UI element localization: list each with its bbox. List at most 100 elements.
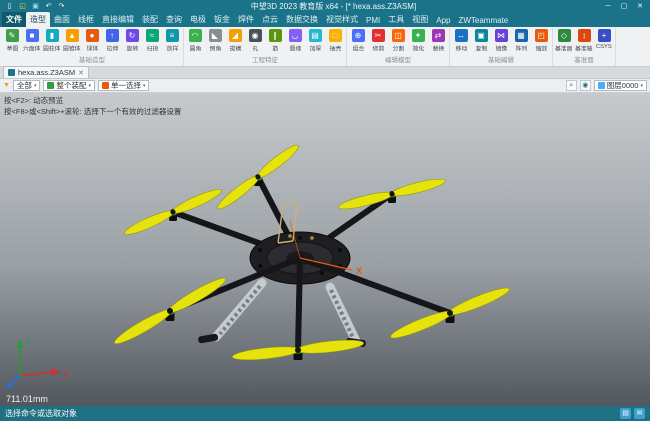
menu-tab-7[interactable]: 电极 (186, 12, 210, 27)
propeller[interactable] (337, 176, 446, 212)
save-icon[interactable]: ▣ (30, 1, 41, 12)
menu-tab-4[interactable]: 直接编辑 (98, 12, 138, 27)
ribbon-button[interactable]: ◢拔模 (225, 28, 245, 53)
ribbon-button[interactable]: ✂修剪 (368, 28, 388, 53)
box-icon: ■ (26, 29, 39, 42)
undo-icon[interactable]: ↶ (43, 1, 54, 12)
ribbon-button-label: 组合 (352, 44, 364, 53)
redo-icon[interactable]: ↷ (56, 1, 67, 12)
menu-tab-16[interactable]: App (432, 14, 454, 27)
menu-tab-17[interactable]: ZWTeammate (454, 14, 512, 27)
ribbon-button[interactable]: ◇基准面 (554, 28, 574, 53)
assembly-doc-icon (8, 69, 15, 76)
shell-icon: □ (329, 29, 342, 42)
propeller[interactable] (123, 186, 224, 238)
ribbon-button[interactable]: ≈扫掠 (142, 28, 162, 53)
ribbon-button-label: 移动 (455, 44, 467, 53)
chevron-down-icon: ▾ (640, 83, 643, 89)
ribbon-button[interactable]: ∥筋 (265, 28, 285, 53)
pick-mode-combo[interactable]: 单一选择 ▾ (98, 80, 150, 91)
menu-tab-5[interactable]: 装配 (138, 12, 162, 27)
menu-tab-9[interactable]: 焊件 (234, 12, 258, 27)
search-icon[interactable]: ⌕ (566, 80, 577, 91)
menu-tab-11[interactable]: 数据交换 (282, 12, 322, 27)
ribbon-button[interactable]: ▤加厚 (305, 28, 325, 53)
display-settings-icon[interactable]: ▤ (620, 408, 631, 419)
ribbon-button-label: 筋 (272, 44, 278, 53)
ribbon-button[interactable]: ◠圆角 (185, 28, 205, 53)
ribbon-button-label: 镜像 (495, 44, 507, 53)
document-tab[interactable]: hexa.ass.Z3ASM ✕ (3, 66, 89, 78)
thicken-icon: ▤ (309, 29, 322, 42)
filter-combo[interactable]: 全部 ▾ (13, 80, 41, 91)
ribbon-button-label: 修剪 (372, 44, 384, 53)
ribbon-button[interactable]: ▦阵列 (511, 28, 531, 53)
ribbon-button[interactable]: ↻旋转 (122, 28, 142, 53)
propeller[interactable] (215, 142, 302, 213)
chevron-down-icon: ▾ (143, 83, 146, 89)
eye-icon[interactable]: ◉ (580, 80, 591, 91)
hole-icon: ◉ (249, 29, 262, 42)
view-triad[interactable]: Y X Z (4, 332, 74, 390)
ribbon-button[interactable]: ≡放样 (162, 28, 182, 53)
message-icon[interactable]: ✉ (634, 408, 645, 419)
close-tab-icon[interactable]: ✕ (78, 69, 84, 77)
pattern-icon: ▦ (515, 29, 528, 42)
scope-combo[interactable]: 整个装配 ▾ (43, 80, 95, 91)
ribbon-button-label: 分割 (392, 44, 404, 53)
ribbon-button[interactable]: ✦简化 (408, 28, 428, 53)
draft-icon: ◢ (229, 29, 242, 42)
menu-tab-2[interactable]: 曲面 (50, 12, 74, 27)
ribbon-button[interactable]: ↕ 基准轴 (574, 28, 594, 53)
datum-axis-icon: ↕ (578, 29, 591, 42)
ribbon-button[interactable]: ✎草图 (2, 28, 22, 53)
close-icon[interactable]: ✕ (632, 0, 648, 13)
ribbon-button-label: 基准轴 (575, 44, 593, 53)
chevron-down-icon: ▾ (34, 83, 37, 89)
ribbon-button-label: 六面体 (23, 44, 41, 53)
menu-tab-15[interactable]: 视图 (408, 12, 432, 27)
menu-tab-0[interactable]: 文件 (2, 12, 26, 27)
ribbon-button-label: 抽壳 (329, 44, 341, 53)
viewport-3d[interactable]: 按<F2>: 动态预览 按<F8>或<Shift>+滚轮: 选择下一个有效的过滤… (0, 93, 650, 406)
rib-icon: ∥ (269, 29, 282, 42)
minimize-icon[interactable]: ─ (600, 0, 616, 13)
layer-combo[interactable]: 图层0000 ▾ (594, 80, 647, 91)
maximize-icon[interactable]: ▢ (616, 0, 632, 13)
menu-tab-14[interactable]: 工具 (384, 12, 408, 27)
ribbon-button[interactable]: +CSYS (594, 28, 614, 53)
menu-tab-13[interactable]: PMI (362, 14, 384, 27)
ribbon-button[interactable]: ▮圆柱体 (42, 28, 62, 53)
menu-tab-12[interactable]: 视觉样式 (322, 12, 362, 27)
ribbon-button[interactable]: ●球体 (82, 28, 102, 53)
ribbon-button-label: 唇缘 (289, 44, 301, 53)
ribbon-group: ◇基准面↕基准轴+CSYS基准面 (553, 28, 616, 66)
ribbon-button[interactable]: □ 抽壳 (325, 28, 345, 53)
ribbon-button[interactable]: ⇄替换 (428, 28, 448, 53)
ribbon-button[interactable]: ⋈镜像 (491, 28, 511, 53)
document-tab-label: hexa.ass.Z3ASM (18, 68, 75, 77)
menu-tab-10[interactable]: 点云 (258, 12, 282, 27)
ribbon-button[interactable]: ◣倒角 (205, 28, 225, 53)
drone-model[interactable]: X (0, 93, 650, 406)
ribbon-button[interactable]: ■ 六面体 (22, 28, 42, 53)
menu-tabs: 文件造型曲面线框直接编辑装配查询电极钣金焊件点云数据交换视觉样式PMI工具视图A… (0, 13, 650, 27)
menu-tab-1[interactable]: 造型 (26, 12, 50, 27)
ribbon-button[interactable]: ↑拉伸 (102, 28, 122, 53)
ribbon-button[interactable]: ◰缩放 (531, 28, 551, 53)
ribbon-button[interactable]: ↔移动 (451, 28, 471, 53)
ribbon-button[interactable]: ⊕组合 (348, 28, 368, 53)
new-file-icon[interactable]: ▯ (4, 1, 15, 12)
propeller[interactable] (389, 284, 512, 342)
menu-tab-8[interactable]: 钣金 (210, 12, 234, 27)
menu-tab-3[interactable]: 线框 (74, 12, 98, 27)
open-file-icon[interactable]: ◱ (17, 1, 28, 12)
ribbon-button[interactable]: ▲圆锥体 (62, 28, 82, 53)
ribbon-button[interactable]: ◫分割 (388, 28, 408, 53)
filter-combo-value: 全部 (17, 80, 32, 91)
menu-tab-6[interactable]: 查询 (162, 12, 186, 27)
ribbon-button[interactable]: ▣复制 (471, 28, 491, 53)
scale-icon: ◰ (535, 29, 548, 42)
ribbon-button[interactable]: ◉孔 (245, 28, 265, 53)
ribbon-button[interactable]: ◡唇缘 (285, 28, 305, 53)
